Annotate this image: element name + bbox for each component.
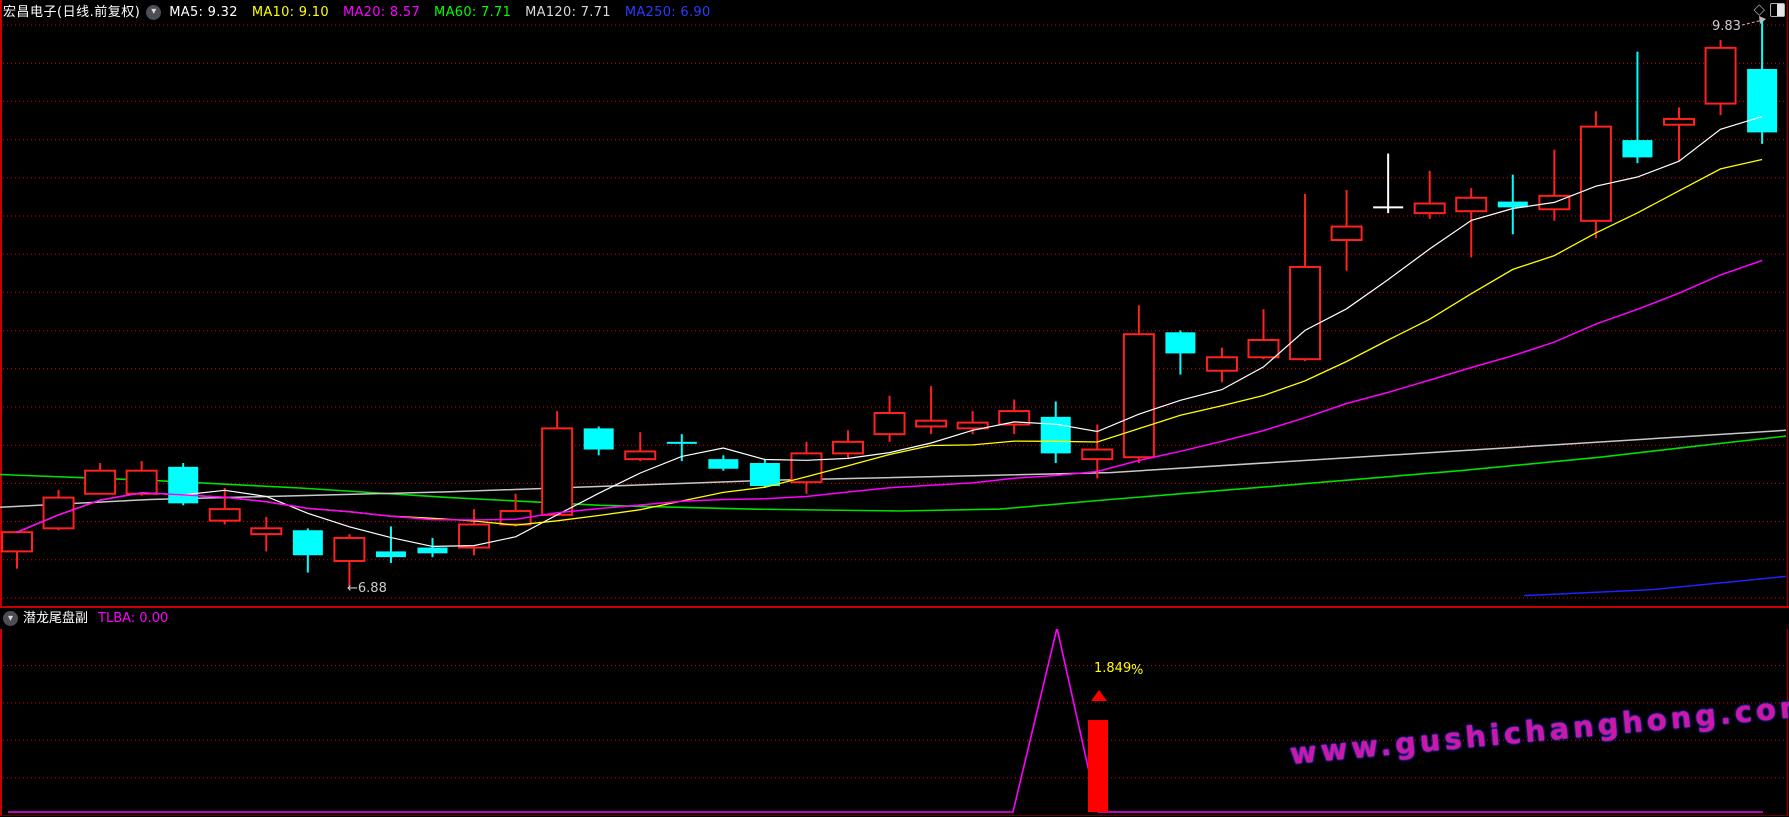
stock-title: 宏昌电子(日线.前复权) [3, 6, 140, 19]
ma-label: MA60: 7.71 [434, 6, 511, 19]
triangle-up-marker [1091, 690, 1107, 701]
ma-line-ma5 [17, 117, 1762, 547]
ma-line-ma250 [1524, 576, 1786, 595]
split-window-icon[interactable] [1770, 3, 1785, 17]
sub-gridlines [3, 666, 1786, 778]
ma-line-ma120 [0, 430, 1786, 507]
ma-label-group: MA5: 9.32 MA10: 9.10 MA20: 8.57 MA60: 7.71 M… [169, 6, 710, 19]
sub-pct: % [1131, 663, 1143, 678]
tlba-line [8, 628, 1763, 812]
chevron-down-icon[interactable]: ▾ [146, 5, 161, 20]
candlestick-chart[interactable]: 9.83←6.881.849% [0, 0, 1789, 817]
stock-chart-window: 宏昌电子(日线.前复权) ▾ MA5: 9.32 MA10: 9.10 MA20: … [0, 0, 1789, 817]
signal-bar [1088, 720, 1108, 812]
window-controls: ◇ [1753, 2, 1785, 17]
indicator-title: 潜龙尾盘副 [23, 612, 88, 625]
low-label: ←6.88 [347, 581, 387, 596]
candles [2, 19, 1777, 586]
ma-label: MA120: 7.71 [525, 6, 611, 19]
ma-label: MA250: 6.90 [625, 6, 711, 19]
ma-label: MA5: 9.32 [169, 6, 238, 19]
ma-label: MA20: 8.57 [343, 6, 420, 19]
diamond-icon[interactable]: ◇ [1753, 2, 1765, 17]
ma-label: MA10: 9.10 [252, 6, 329, 19]
ma-line-ma10 [17, 160, 1762, 533]
sub-value: 1.849 [1094, 661, 1131, 676]
indicator-value: TLBA: 0.00 [98, 612, 168, 625]
main-chart-header: 宏昌电子(日线.前复权) ▾ MA5: 9.32 MA10: 9.10 MA20: … [0, 0, 1789, 24]
chevron-down-icon[interactable]: ▾ [3, 611, 18, 626]
main-gridlines [3, 25, 1786, 598]
sub-indicator-header: ▾ 潜龙尾盘副 TLBA: 0.00 [0, 608, 1789, 629]
